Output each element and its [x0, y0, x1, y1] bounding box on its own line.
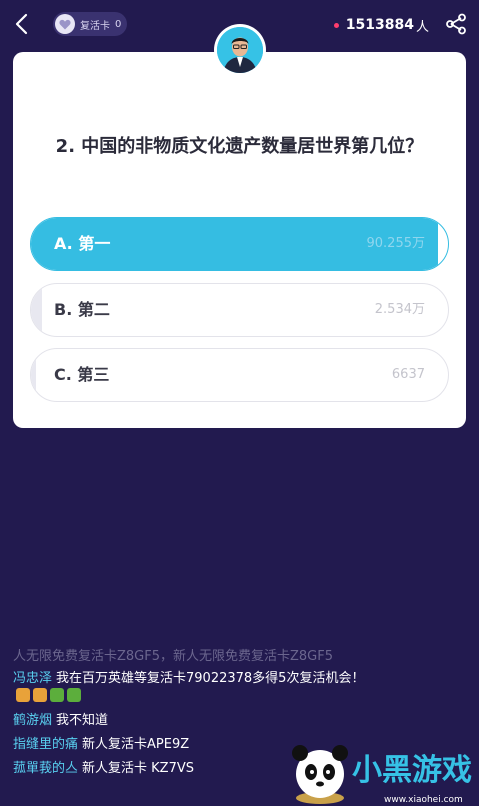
chat-username: 菰單莪的亼 — [13, 761, 79, 776]
revive-card-count: 0 — [115, 18, 122, 30]
revive-card-label: 复活卡 — [80, 20, 110, 32]
clover-emoji-icon — [50, 688, 64, 702]
svg-text:小黑游戏: 小黑游戏 — [352, 753, 472, 788]
chat-text: 新人复活卡 KZ7VS — [82, 761, 194, 776]
chat-message: 冯忠泽 我在百万英雄等复活卡79022378多得5次复活机会！ — [13, 670, 373, 706]
option-votes: 2.534万 — [374, 302, 425, 317]
chat-message: 鹤游烟 我不知道 — [13, 712, 373, 730]
online-counter: 1513884 人 — [333, 15, 429, 35]
chat-username: 指缝里的痛 — [13, 737, 79, 752]
firework-emoji-icon — [16, 688, 30, 702]
online-unit: 人 — [415, 19, 429, 35]
chat-username: 冯忠泽 — [13, 671, 53, 686]
clover-emoji-icon — [67, 688, 81, 702]
live-dot-icon — [333, 22, 339, 28]
option-votes: 90.255万 — [366, 236, 426, 251]
online-count: 1513884 — [345, 17, 414, 33]
question-text: 2. 中国的非物质文化遗产数量居世界第几位？ — [55, 136, 424, 157]
option-label: B. 第二 — [54, 300, 110, 319]
site-watermark-logo: 小黑游戏 www.xiaohei.com — [292, 745, 472, 805]
answer-option-b[interactable]: B. 第二 2.534万 — [30, 283, 449, 337]
vote-share-bar — [31, 284, 43, 336]
share-icon[interactable] — [445, 13, 467, 35]
chat-text: 我不知道 — [56, 713, 109, 728]
vote-share-bar — [31, 349, 36, 401]
option-label: C. 第三 — [54, 365, 110, 384]
svg-text:www.xiaohei.com: www.xiaohei.com — [384, 795, 463, 805]
chat-text: 我在百万英雄等复活卡79022378多得5次复活机会！ — [56, 671, 365, 686]
host-avatar — [214, 24, 266, 76]
heart-icon — [55, 14, 75, 34]
option-votes: 6637 — [391, 367, 425, 382]
question-card: 2. 中国的非物质文化遗产数量居世界第几位？ A. 第一 90.255万 B. … — [13, 52, 466, 428]
answer-option-a[interactable]: A. 第一 90.255万 — [30, 217, 449, 271]
revive-card-badge[interactable]: 复活卡 0 — [53, 12, 127, 36]
chat-text: 新人复活卡APE9Z — [82, 737, 190, 752]
back-icon[interactable] — [10, 10, 34, 38]
answer-option-c[interactable]: C. 第三 6637 — [30, 348, 449, 402]
chat-username: 鹤游烟 — [13, 713, 53, 728]
firework-emoji-icon — [33, 688, 47, 702]
option-label: A. 第一 — [54, 234, 111, 253]
chat-faded-line: 人无限免费复活卡Z8GF5，新人无限免费复活卡Z8GF5 — [13, 649, 333, 664]
